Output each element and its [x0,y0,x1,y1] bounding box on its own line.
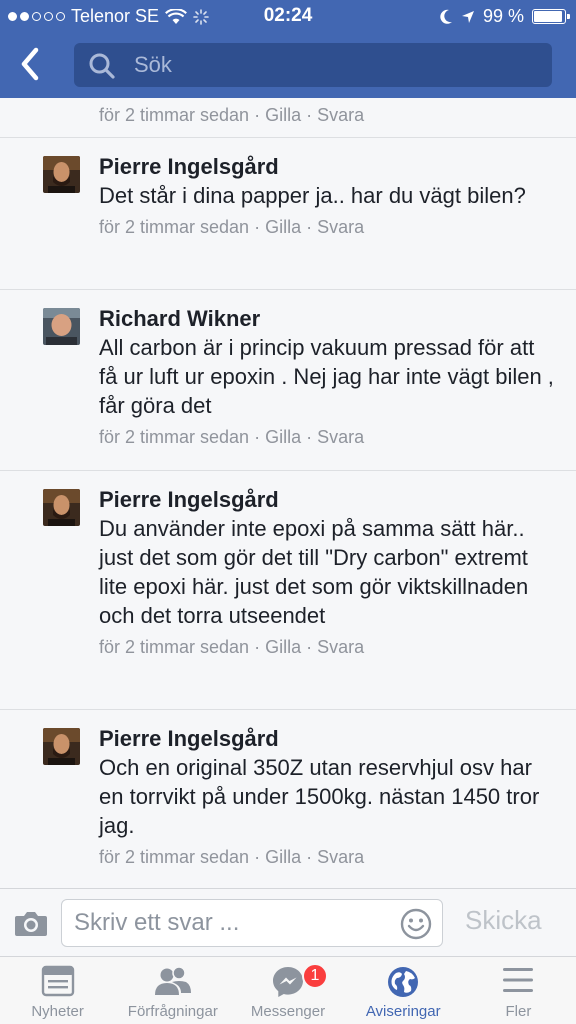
moon-icon [440,9,452,24]
navigation-bar: Telenor SE 02:24 99 % [0,0,576,98]
tab-label: Förfrågningar [127,1003,218,1020]
separator: · [306,105,313,125]
battery-percent: 99 % [482,6,524,26]
comment: Pierre Ingelsgård Och en original 350Z u… [0,710,576,888]
like-link[interactable]: Gilla [265,427,301,447]
send-button[interactable]: Skicka [465,905,542,936]
reply-link[interactable]: Svara [317,105,364,125]
tab-news-feed[interactable]: Nyheter [0,957,115,1024]
comment-text: All carbon är i princip vakuum pressad f… [99,335,554,418]
news-feed-icon [41,965,74,997]
comment-text: Du använder inte epoxi på samma sätt här… [99,516,529,628]
tab-messenger[interactable]: 1 Messenger [230,957,345,1024]
comment-meta: för 2 timmar sedan · Gilla · Svara [99,846,556,868]
comment-text: Och en original 350Z utan reservhjul osv… [99,755,540,838]
comment-author[interactable]: Pierre Ingelsgård [99,485,556,514]
tab-more[interactable]: Fler [461,957,576,1024]
reply-link[interactable]: Svara [317,637,364,657]
status-bar: Telenor SE 02:24 99 % [0,0,576,32]
comment-meta: för 2 timmar sedan · Gilla · Svara [99,426,556,448]
search-icon [89,53,115,79]
back-button[interactable] [18,46,48,82]
avatar[interactable] [43,308,80,345]
comment-author[interactable]: Richard Wikner [99,304,556,333]
smiley-icon[interactable] [400,908,432,940]
comment-meta: för 2 timmar sedan · Gilla · Svara [99,104,364,126]
like-link[interactable]: Gilla [265,847,301,867]
comment: Pierre Ingelsgård Det står i dina papper… [0,138,576,290]
comments-list: för 2 timmar sedan · Gilla · Svara Pierr… [0,98,576,888]
comment-text: Det står i dina papper ja.. har du vägt … [99,183,526,208]
chevron-left-icon [21,47,39,81]
comment-time: för 2 timmar sedan [99,427,250,447]
like-link[interactable]: Gilla [265,637,301,657]
comment-time: för 2 timmar sedan [99,217,250,237]
separator: · [254,427,261,447]
separator: · [306,427,313,447]
reply-input[interactable] [74,900,394,946]
comment: Pierre Ingelsgård Du använder inte epoxi… [0,471,576,710]
reply-link[interactable]: Svara [317,847,364,867]
tab-label: Fler [505,1003,532,1020]
camera-icon[interactable] [14,909,48,937]
comment: Richard Wikner All carbon är i princip v… [0,290,576,471]
reply-composer: Skicka [0,888,576,956]
tab-label: Messenger [250,1003,326,1020]
like-link[interactable]: Gilla [265,105,301,125]
search-input[interactable] [134,43,534,87]
tab-label: Aviseringar [365,1003,441,1020]
tab-label: Nyheter [31,1003,84,1020]
reply-link[interactable]: Svara [317,427,364,447]
battery-icon [532,9,570,24]
avatar[interactable] [43,489,80,526]
comment-time: för 2 timmar sedan [99,637,250,657]
comment-meta: för 2 timmar sedan · Gilla · Svara [99,636,556,658]
comment-partial: för 2 timmar sedan · Gilla · Svara [0,98,576,138]
reply-field[interactable] [61,899,443,947]
globe-icon [388,967,419,997]
separator: · [254,105,261,125]
friend-requests-icon [154,966,191,995]
search-field[interactable] [74,43,552,87]
comment-author[interactable]: Pierre Ingelsgård [99,724,556,753]
avatar[interactable] [43,156,80,193]
separator: · [306,217,313,237]
reply-link[interactable]: Svara [317,217,364,237]
like-link[interactable]: Gilla [265,217,301,237]
separator: · [306,847,313,867]
separator: · [254,217,261,237]
separator: · [254,847,261,867]
tab-notifications[interactable]: Aviseringar [346,957,461,1024]
messenger-icon [273,967,303,997]
notification-badge: 1 [302,963,328,989]
comment-time: för 2 timmar sedan [99,847,250,867]
comment-time: för 2 timmar sedan [99,105,250,125]
comment-author[interactable]: Pierre Ingelsgård [99,152,556,181]
avatar[interactable] [43,728,80,765]
tab-friend-requests[interactable]: Förfrågningar [115,957,230,1024]
menu-icon [503,968,534,992]
separator: · [306,637,313,657]
comment-meta: för 2 timmar sedan · Gilla · Svara [99,216,556,238]
separator: · [254,637,261,657]
location-arrow-icon [461,10,474,23]
tab-bar: Nyheter Förfrågningar 1 Messenger Aviser… [0,956,576,1024]
